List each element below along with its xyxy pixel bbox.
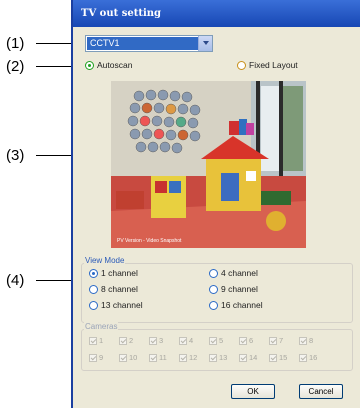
camera-checkbox-label: 2 xyxy=(129,336,134,345)
radio-13-channel[interactable]: 13 channel xyxy=(89,300,143,310)
radio-9-channel[interactable]: 9 channel xyxy=(209,284,258,294)
checkbox-check-icon xyxy=(149,336,157,345)
camera-checkbox-4[interactable]: 4 xyxy=(179,336,193,345)
radio-1-channel-label: 1 channel xyxy=(101,268,138,278)
radio-4-channel[interactable]: 4 channel xyxy=(209,268,258,278)
dialog-title: TV out setting xyxy=(81,8,162,19)
radio-8-channel[interactable]: 8 channel xyxy=(89,284,138,294)
radio-4-channel-label: 4 channel xyxy=(221,268,258,278)
radio-dot-icon xyxy=(89,300,98,310)
radio-16-channel[interactable]: 16 channel xyxy=(209,300,263,310)
camera-checkbox-11[interactable]: 11 xyxy=(149,353,167,362)
camera-checkbox-5[interactable]: 5 xyxy=(209,336,223,345)
callout-3: (3) xyxy=(6,147,25,164)
cameras-label: Cameras xyxy=(84,322,119,331)
camera-checkbox-label: 4 xyxy=(189,336,194,345)
preview-timestamp: PV Version - Video Snapshot xyxy=(117,238,182,244)
checkbox-check-icon xyxy=(149,353,157,362)
checkbox-check-icon xyxy=(179,353,187,362)
checkbox-check-icon xyxy=(179,336,187,345)
camera-checkbox-13[interactable]: 13 xyxy=(209,353,227,362)
camera-checkbox-label: 5 xyxy=(219,336,224,345)
radio-1-channel[interactable]: 1 channel xyxy=(89,268,138,278)
checkbox-check-icon xyxy=(299,353,307,362)
camera-checkbox-12[interactable]: 12 xyxy=(179,353,197,362)
camera-checkbox-label: 3 xyxy=(159,336,164,345)
camera-checkbox-9[interactable]: 9 xyxy=(89,353,103,362)
checkbox-check-icon xyxy=(89,353,97,362)
radio-dot-icon xyxy=(85,60,94,70)
radio-8-channel-label: 8 channel xyxy=(101,284,138,294)
camera-checkbox-label: 14 xyxy=(249,353,258,362)
radio-9-channel-label: 9 channel xyxy=(221,284,258,294)
camera-checkbox-14[interactable]: 14 xyxy=(239,353,257,362)
radio-fixed-layout[interactable]: Fixed Layout xyxy=(237,60,298,70)
radio-13-channel-label: 13 channel xyxy=(101,300,143,310)
callout-4: (4) xyxy=(6,272,25,289)
checkbox-check-icon xyxy=(89,336,97,345)
radio-dot-icon xyxy=(89,284,98,294)
camera-checkbox-label: 8 xyxy=(309,336,314,345)
camera-checkbox-label: 1 xyxy=(99,336,104,345)
camera-checkbox-1[interactable]: 1 xyxy=(89,336,103,345)
cancel-button[interactable]: Cancel xyxy=(299,384,343,399)
checkbox-check-icon xyxy=(119,336,127,345)
radio-dot-icon xyxy=(209,268,218,278)
tv-out-setting-dialog: TV out setting CCTV1 Autoscan Fixed Layo… xyxy=(71,0,360,408)
camera-checkbox-label: 11 xyxy=(159,353,167,362)
camera-checkbox-label: 9 xyxy=(99,353,104,362)
title-bar: TV out setting xyxy=(73,0,360,27)
camera-checkbox-label: 7 xyxy=(279,336,284,345)
camera-checkbox-label: 13 xyxy=(219,353,228,362)
view-mode-label: View Mode xyxy=(84,256,126,265)
camera-checkbox-label: 12 xyxy=(189,353,198,362)
checkbox-check-icon xyxy=(239,353,247,362)
camera-preview-image: PV Version - Video Snapshot xyxy=(111,81,306,248)
camera-checkbox-label: 6 xyxy=(249,336,254,345)
radio-dot-icon xyxy=(209,284,218,294)
preview-scene-illustration xyxy=(111,81,306,248)
checkbox-check-icon xyxy=(209,353,217,362)
camera-checkbox-label: 10 xyxy=(129,353,138,362)
radio-dot-icon xyxy=(89,268,98,278)
radio-dot-icon xyxy=(237,60,246,70)
checkbox-check-icon xyxy=(209,336,217,345)
camera-checkbox-3[interactable]: 3 xyxy=(149,336,163,345)
camera-checkbox-label: 16 xyxy=(309,353,318,362)
camera-checkbox-6[interactable]: 6 xyxy=(239,336,253,345)
source-select-value: CCTV1 xyxy=(87,37,199,50)
callout-2: (2) xyxy=(6,58,25,75)
camera-checkbox-8[interactable]: 8 xyxy=(299,336,313,345)
source-select[interactable]: CCTV1 xyxy=(85,35,213,52)
checkbox-check-icon xyxy=(299,336,307,345)
dialog-body: CCTV1 Autoscan Fixed Layout PV Version -… xyxy=(73,27,360,408)
camera-checkbox-2[interactable]: 2 xyxy=(119,336,133,345)
camera-checkbox-7[interactable]: 7 xyxy=(269,336,283,345)
radio-16-channel-label: 16 channel xyxy=(221,300,263,310)
radio-autoscan[interactable]: Autoscan xyxy=(85,60,132,70)
ok-button[interactable]: OK xyxy=(231,384,275,399)
checkbox-check-icon xyxy=(269,353,277,362)
radio-fixed-layout-label: Fixed Layout xyxy=(249,60,298,70)
radio-dot-icon xyxy=(209,300,218,310)
radio-autoscan-label: Autoscan xyxy=(97,60,133,70)
camera-checkbox-16[interactable]: 16 xyxy=(299,353,317,362)
camera-checkbox-10[interactable]: 10 xyxy=(119,353,137,362)
camera-checkbox-15[interactable]: 15 xyxy=(269,353,287,362)
checkbox-check-icon xyxy=(239,336,247,345)
checkbox-check-icon xyxy=(119,353,127,362)
checkbox-check-icon xyxy=(269,336,277,345)
chevron-down-icon[interactable] xyxy=(198,36,212,51)
callout-1: (1) xyxy=(6,35,25,52)
camera-checkbox-label: 15 xyxy=(279,353,288,362)
